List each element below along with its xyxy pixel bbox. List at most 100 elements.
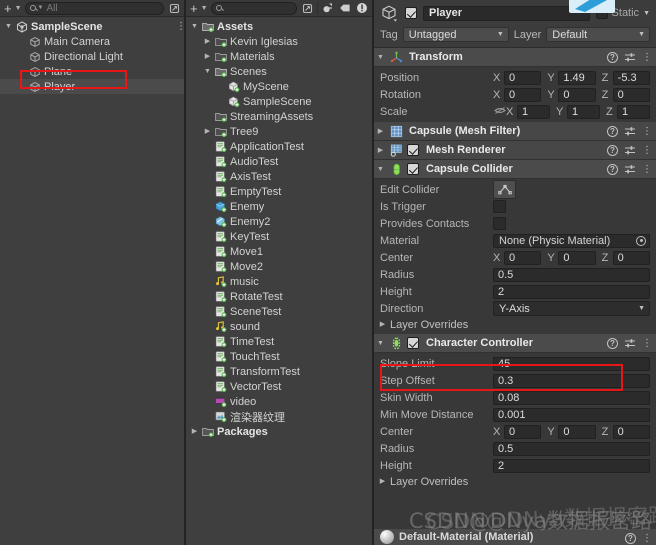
preset-icon[interactable]: [624, 164, 636, 175]
project-item-music[interactable]: music: [186, 274, 372, 289]
object-reference-field[interactable]: None (Physic Material): [493, 233, 650, 248]
project-item-move2[interactable]: Move2: [186, 259, 372, 274]
project-item-touchtest[interactable]: TouchTest: [186, 349, 372, 364]
axis-input-y[interactable]: 1: [567, 104, 600, 119]
foldout-layer-overrides[interactable]: Layer Overrides: [374, 474, 656, 489]
component-header-transform[interactable]: Transform?⋮: [374, 48, 656, 67]
disclosure-triangle-icon[interactable]: [378, 320, 387, 329]
disclosure-triangle-icon[interactable]: [376, 53, 385, 62]
component-header-mesh-renderer[interactable]: Mesh Renderer?⋮: [374, 141, 656, 160]
property-input[interactable]: 0.001: [493, 407, 650, 422]
preset-icon[interactable]: [624, 338, 636, 349]
axis-input-x[interactable]: 0: [504, 250, 542, 265]
disclosure-triangle-icon[interactable]: [190, 427, 199, 436]
scale-link-icon[interactable]: [493, 106, 506, 118]
disclosure-triangle-icon[interactable]: [190, 22, 199, 31]
axis-input-y[interactable]: 0: [558, 424, 596, 439]
project-item-video[interactable]: video: [186, 394, 372, 409]
gameobject-name-field[interactable]: Player: [423, 5, 590, 21]
component-header-capsule-mesh-filter-[interactable]: Capsule (Mesh Filter)?⋮: [374, 122, 656, 141]
component-enabled-checkbox[interactable]: [407, 144, 419, 156]
component-header-capsule-collider[interactable]: Capsule Collider?⋮: [374, 160, 656, 179]
axis-input-z[interactable]: 0: [612, 424, 650, 439]
property-input[interactable]: 2: [493, 458, 650, 473]
foldout-layer-overrides[interactable]: Layer Overrides: [374, 317, 656, 332]
disclosure-triangle-icon[interactable]: [203, 37, 212, 46]
more-options-icon[interactable]: ⋮: [642, 53, 652, 63]
more-options-icon[interactable]: ⋮: [176, 22, 184, 32]
disclosure-triangle-icon[interactable]: [203, 67, 212, 76]
project-item-move1[interactable]: Move1: [186, 244, 372, 259]
project-item-streamingassets[interactable]: StreamingAssets: [186, 109, 372, 124]
project-item-enemy[interactable]: Enemy: [186, 199, 372, 214]
project-item-scenes[interactable]: Scenes: [186, 64, 372, 79]
component-enabled-checkbox[interactable]: [407, 163, 419, 175]
hierarchy-item-plane[interactable]: Plane: [0, 64, 184, 79]
project-item-materials[interactable]: Materials: [186, 49, 372, 64]
search-filter-icon[interactable]: [300, 2, 314, 15]
project-item-transformtest[interactable]: TransformTest: [186, 364, 372, 379]
tag-dropdown[interactable]: Untagged ▼: [402, 27, 509, 42]
help-icon[interactable]: ?: [607, 164, 618, 175]
more-options-icon[interactable]: ⋮: [642, 146, 652, 156]
project-item-samplescene[interactable]: SampleScene: [186, 94, 372, 109]
chevron-down-icon[interactable]: ▼: [15, 5, 22, 12]
create-asset-button[interactable]: +: [189, 2, 199, 15]
component-enabled-checkbox[interactable]: [407, 337, 419, 349]
axis-input-z[interactable]: 0: [612, 87, 650, 102]
chevron-down-icon[interactable]: ▼: [38, 5, 44, 11]
axis-input-x[interactable]: 0: [504, 424, 542, 439]
project-item-myscene[interactable]: MyScene: [186, 79, 372, 94]
property-checkbox[interactable]: [493, 217, 506, 230]
axis-input-x[interactable]: 0: [504, 87, 542, 102]
property-input[interactable]: 0.5: [493, 267, 650, 282]
preset-icon[interactable]: [624, 52, 636, 63]
disclosure-triangle-icon[interactable]: [376, 165, 385, 174]
disclosure-triangle-icon[interactable]: [203, 52, 212, 61]
edit-collider-button[interactable]: [493, 180, 516, 199]
more-options-icon[interactable]: ⋮: [642, 127, 652, 137]
project-item-kevin-iglesias[interactable]: Kevin Iglesias: [186, 34, 372, 49]
filter-by-type-icon[interactable]: [321, 2, 335, 15]
chevron-down-icon[interactable]: ▼: [643, 10, 650, 17]
hierarchy-item-directional-light[interactable]: Directional Light: [0, 49, 184, 64]
project-item-scenetest[interactable]: SceneTest: [186, 304, 372, 319]
project-item-keytest[interactable]: KeyTest: [186, 229, 372, 244]
axis-input-z[interactable]: -5.3: [612, 70, 650, 85]
help-icon[interactable]: ?: [607, 126, 618, 137]
project-item-sound[interactable]: sound: [186, 319, 372, 334]
disclosure-triangle-icon[interactable]: [376, 127, 385, 136]
project-item-audiotest[interactable]: AudioTest: [186, 154, 372, 169]
layer-dropdown[interactable]: Default ▼: [546, 27, 650, 42]
axis-input-x[interactable]: 1: [517, 104, 550, 119]
gameobject-enabled-checkbox[interactable]: [405, 7, 417, 19]
project-item-enemy2[interactable]: Enemy2: [186, 214, 372, 229]
hierarchy-item-player[interactable]: Player: [0, 79, 184, 94]
object-picker-icon[interactable]: [636, 235, 646, 246]
project-search-input[interactable]: [210, 1, 297, 15]
project-item-packages[interactable]: Packages: [186, 424, 372, 439]
preset-icon[interactable]: [624, 126, 636, 137]
help-icon[interactable]: ?: [607, 145, 618, 156]
project-item-timetest[interactable]: TimeTest: [186, 334, 372, 349]
preset-icon[interactable]: [624, 145, 636, 156]
axis-input-x[interactable]: 0: [504, 70, 542, 85]
add-gameobject-button[interactable]: +: [3, 2, 13, 15]
axis-input-y[interactable]: 1.49: [558, 70, 596, 85]
hierarchy-item-main-camera[interactable]: Main Camera: [0, 34, 184, 49]
project-item-emptytest[interactable]: EmptyTest: [186, 184, 372, 199]
search-filter-icon[interactable]: [167, 2, 181, 15]
property-input[interactable]: 0.3: [493, 373, 650, 388]
more-options-icon[interactable]: ⋮: [642, 534, 652, 544]
project-item-vectortest[interactable]: VectorTest: [186, 379, 372, 394]
hierarchy-item-samplescene[interactable]: SampleScene ⋮: [0, 19, 184, 34]
axis-input-z[interactable]: 0: [612, 250, 650, 265]
axis-input-y[interactable]: 0: [558, 250, 596, 265]
property-checkbox[interactable]: [493, 200, 506, 213]
disclosure-triangle-icon[interactable]: [203, 127, 212, 136]
project-item-rotatetest[interactable]: RotateTest: [186, 289, 372, 304]
more-options-icon[interactable]: ⋮: [642, 339, 652, 349]
more-options-icon[interactable]: ⋮: [642, 165, 652, 175]
component-header-character-controller[interactable]: Character Controller?⋮: [374, 334, 656, 353]
project-item-applicationtest[interactable]: ApplicationTest: [186, 139, 372, 154]
